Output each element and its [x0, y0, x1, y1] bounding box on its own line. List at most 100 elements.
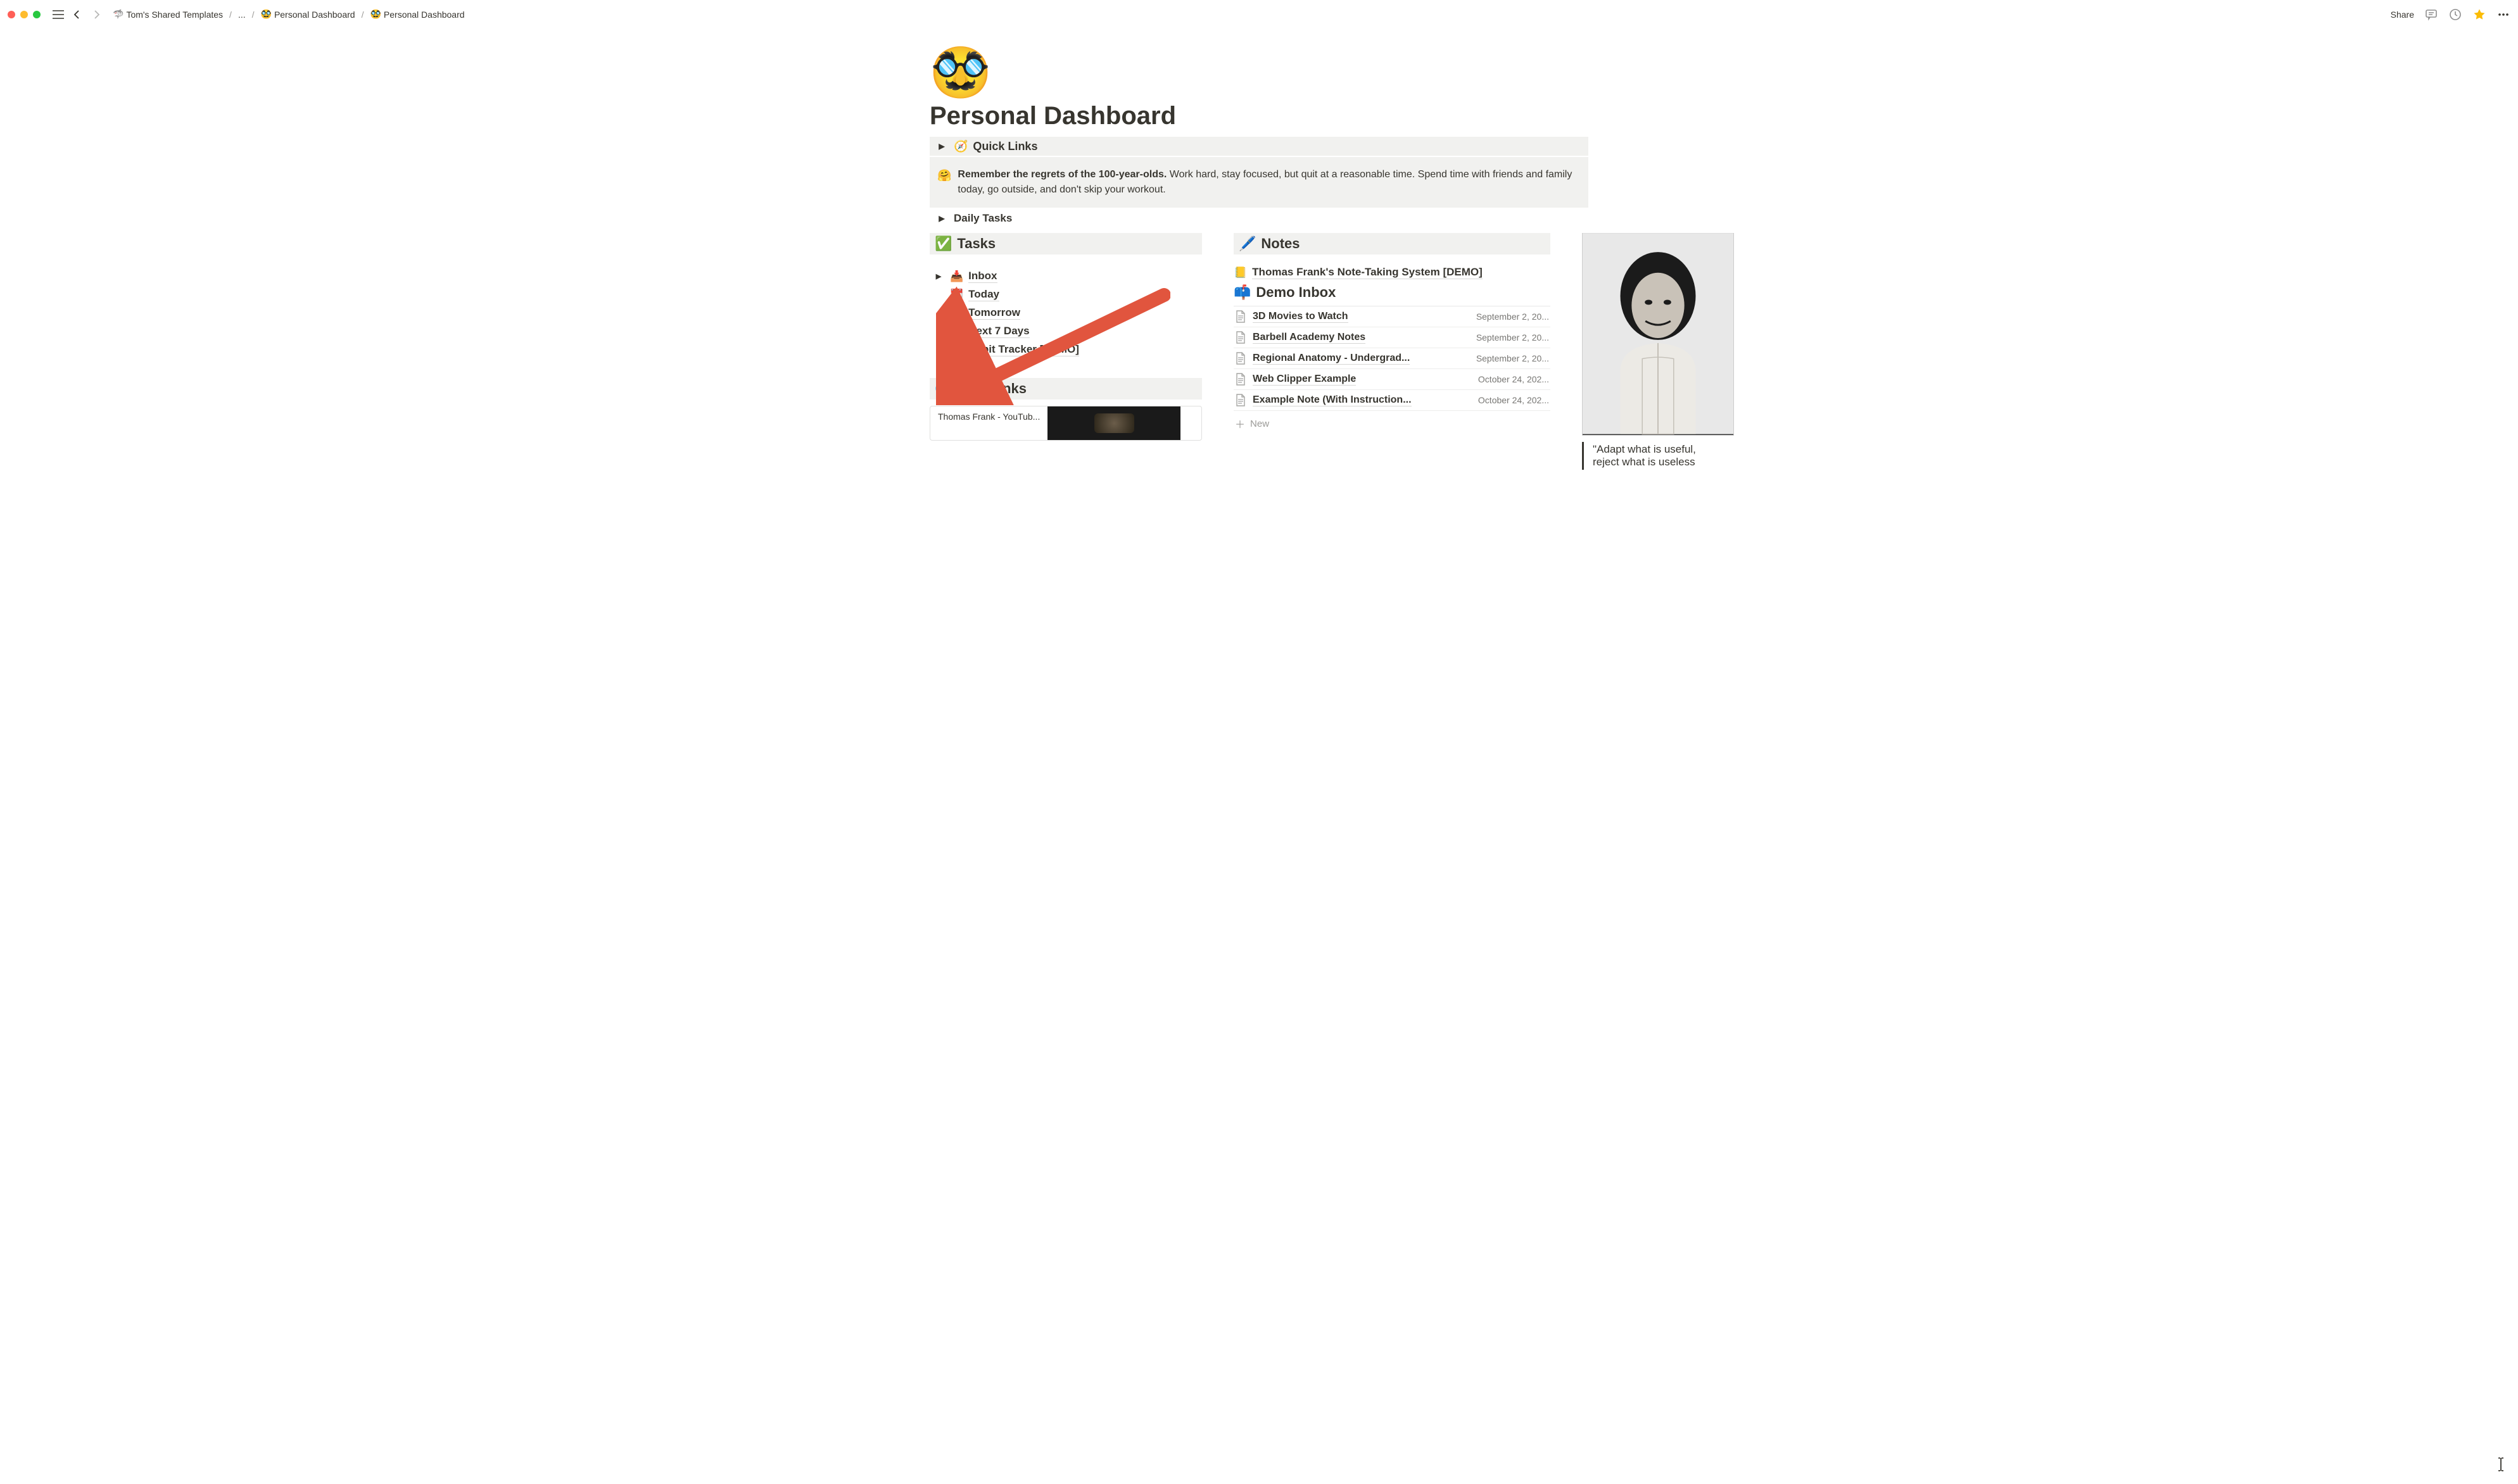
- task-item-icon: 🗓️: [950, 325, 963, 338]
- note-title: 3D Movies to Watch: [1253, 311, 1348, 323]
- page-content: 🥸 Personal Dashboard ▶ 🧭 Quick Links 🤗 R…: [866, 28, 1652, 470]
- document-icon: [1235, 331, 1246, 344]
- note-title: Barbell Academy Notes: [1253, 332, 1365, 344]
- window-controls: [8, 11, 41, 18]
- breadcrumb-root[interactable]: 🦈 Tom's Shared Templates: [110, 8, 225, 21]
- page-title[interactable]: Personal Dashboard: [930, 102, 1588, 130]
- topbar: 🦈 Tom's Shared Templates / ... / 🥸 Perso…: [0, 0, 2518, 28]
- sidebar-toggle-button[interactable]: [51, 7, 66, 22]
- notes-header-icon: 🖊️: [1239, 236, 1256, 252]
- task-item-icon: 📆: [950, 289, 963, 301]
- notes-column: 🖊️ Notes 📒 Thomas Frank's Note-Taking Sy…: [1234, 233, 1550, 436]
- breadcrumb-ellipsis[interactable]: ...: [236, 8, 248, 21]
- new-note-label: New: [1250, 418, 1269, 429]
- breadcrumb-mid-label: Personal Dashboard: [274, 9, 355, 20]
- web-links-label: Web Links: [957, 380, 1027, 397]
- web-link-card[interactable]: Thomas Frank - YouTub...: [930, 406, 1202, 441]
- reminder-callout[interactable]: 🤗 Remember the regrets of the 100-year-o…: [930, 157, 1588, 208]
- task-item-label: Next 7 Days: [968, 325, 1029, 338]
- note-title: Example Note (With Instruction...: [1253, 394, 1412, 406]
- back-button[interactable]: [70, 7, 85, 22]
- note-date: September 2, 20...: [1476, 353, 1549, 363]
- note-title: Regional Anatomy - Undergrad...: [1253, 353, 1410, 365]
- topbar-right: Share: [2391, 8, 2510, 22]
- notes-header-label: Notes: [1261, 236, 1300, 252]
- maximize-window-button[interactable]: [33, 11, 41, 18]
- close-window-button[interactable]: [8, 11, 15, 18]
- breadcrumb-leaf[interactable]: 🥸 Personal Dashboard: [367, 8, 467, 21]
- web-link-thumbnail: [1047, 406, 1180, 440]
- note-date: September 2, 20...: [1476, 332, 1549, 343]
- updates-icon[interactable]: [2448, 8, 2462, 22]
- notes-system-link[interactable]: 📒 Thomas Frank's Note-Taking System [DEM…: [1234, 265, 1550, 280]
- quote-text[interactable]: "Adapt what is useful, reject what is us…: [1582, 442, 1740, 470]
- breadcrumb-separator: /: [252, 9, 255, 20]
- breadcrumb-separator: /: [229, 9, 232, 20]
- task-item-next7days[interactable]: 🗓️ Next 7 Days: [930, 322, 1202, 341]
- more-menu-icon[interactable]: [2496, 8, 2510, 22]
- note-date: September 2, 20...: [1476, 311, 1549, 322]
- quote-line-1: "Adapt what is useful,: [1593, 443, 1740, 456]
- web-links-icon: 🌐: [935, 380, 952, 397]
- quick-links-label: Quick Links: [973, 140, 1037, 153]
- document-icon: [1235, 352, 1246, 365]
- document-icon: [1235, 394, 1246, 406]
- task-item-today[interactable]: 📆 Today: [930, 286, 1202, 304]
- minimize-window-button[interactable]: [20, 11, 28, 18]
- note-row[interactable]: Web Clipper Example October 24, 202...: [1234, 369, 1550, 390]
- task-item-inbox[interactable]: ▶ 📥 Inbox: [930, 267, 1202, 286]
- comments-icon[interactable]: [2424, 8, 2438, 22]
- tasks-header[interactable]: ✅ Tasks: [930, 233, 1202, 255]
- share-button[interactable]: Share: [2391, 9, 2414, 20]
- callout-emoji-icon: 🤗: [937, 167, 951, 198]
- notes-inbox-header[interactable]: 📫 Demo Inbox: [1234, 280, 1550, 305]
- task-item-habit-tracker[interactable]: 💪 Habit Tracker [DEMO]: [930, 341, 1202, 359]
- task-item-label: Tomorrow: [968, 306, 1020, 320]
- daily-tasks-toggle[interactable]: ▶ Daily Tasks: [930, 208, 1588, 229]
- notes-inbox-icon: 📫: [1234, 284, 1251, 301]
- note-row[interactable]: Example Note (With Instruction... Octobe…: [1234, 390, 1550, 411]
- note-row[interactable]: Regional Anatomy - Undergrad... Septembe…: [1234, 348, 1550, 369]
- columns-layout: ✅ Tasks ▶ 📥 Inbox 📆 Today 🌅 Tomorrow: [930, 233, 1588, 470]
- favorite-star-icon[interactable]: [2472, 8, 2486, 22]
- page-icon[interactable]: 🥸: [930, 47, 1588, 97]
- plus-icon: ＋: [1235, 416, 1245, 431]
- breadcrumb: 🦈 Tom's Shared Templates / ... / 🥸 Perso…: [110, 8, 467, 21]
- forward-button[interactable]: [89, 7, 104, 22]
- note-row[interactable]: Barbell Academy Notes September 2, 20...: [1234, 327, 1550, 348]
- web-link-title: Thomas Frank - YouTub...: [930, 406, 1047, 440]
- text-cursor-icon: [2496, 1457, 2505, 1471]
- tasks-column: ✅ Tasks ▶ 📥 Inbox 📆 Today 🌅 Tomorrow: [930, 233, 1202, 441]
- tasks-header-label: Tasks: [957, 236, 996, 252]
- tasks-list: ▶ 📥 Inbox 📆 Today 🌅 Tomorrow 🗓️: [930, 265, 1202, 362]
- toggle-caret-icon[interactable]: ▶: [935, 211, 949, 225]
- task-item-label: Today: [968, 288, 999, 301]
- task-item-label: Inbox: [968, 270, 997, 283]
- quote-line-2: reject what is useless: [1593, 456, 1740, 468]
- new-note-button[interactable]: ＋ New: [1234, 411, 1550, 436]
- breadcrumb-root-icon: 🦈: [113, 9, 123, 20]
- quote-column: "Adapt what is useful, reject what is us…: [1582, 233, 1740, 470]
- task-item-icon: 💪: [950, 344, 963, 356]
- breadcrumb-mid[interactable]: 🥸 Personal Dashboard: [258, 8, 358, 21]
- notes-system-label: Thomas Frank's Note-Taking System [DEMO]: [1252, 266, 1483, 279]
- web-links-header[interactable]: 🌐 Web Links: [930, 378, 1202, 399]
- task-item-icon: 🌅: [950, 307, 963, 320]
- task-item-label: Habit Tracker [DEMO]: [968, 343, 1079, 356]
- quick-links-toggle[interactable]: ▶ 🧭 Quick Links: [930, 137, 1588, 156]
- breadcrumb-separator: /: [362, 9, 364, 20]
- note-row[interactable]: 3D Movies to Watch September 2, 20...: [1234, 306, 1550, 327]
- quick-links-icon: 🧭: [954, 140, 968, 153]
- document-icon: [1235, 310, 1246, 323]
- daily-tasks-label: Daily Tasks: [954, 212, 1012, 225]
- breadcrumb-leaf-icon: 🥸: [370, 9, 381, 20]
- notes-header[interactable]: 🖊️ Notes: [1234, 233, 1550, 255]
- quote-image[interactable]: [1582, 233, 1734, 436]
- note-date: October 24, 202...: [1478, 395, 1549, 405]
- task-item-tomorrow[interactable]: 🌅 Tomorrow: [930, 304, 1202, 322]
- breadcrumb-leaf-label: Personal Dashboard: [384, 9, 465, 20]
- toggle-caret-icon[interactable]: ▶: [935, 139, 949, 153]
- notes-inbox-label: Demo Inbox: [1256, 284, 1336, 301]
- toggle-caret-icon[interactable]: ▶: [932, 272, 945, 280]
- notes-system-icon: 📒: [1234, 267, 1247, 279]
